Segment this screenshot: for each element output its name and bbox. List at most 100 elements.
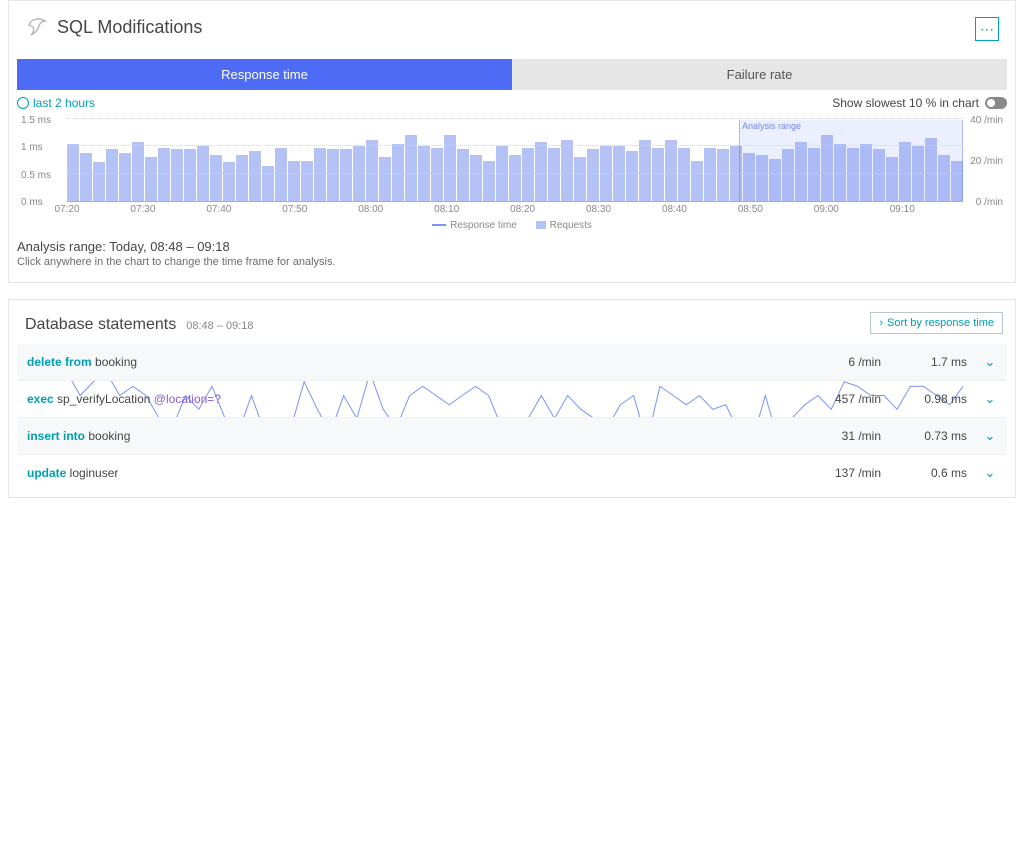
request-bar[interactable] bbox=[158, 148, 170, 201]
tab-response-time[interactable]: Response time bbox=[17, 59, 512, 90]
x-tick: 08:20 bbox=[510, 204, 535, 215]
request-bar[interactable] bbox=[288, 161, 300, 202]
x-tick: 08:10 bbox=[434, 204, 459, 215]
chevron-right-icon: › bbox=[879, 317, 883, 329]
request-bar[interactable] bbox=[535, 142, 547, 201]
request-bar[interactable] bbox=[184, 149, 196, 201]
request-bar[interactable] bbox=[379, 157, 391, 201]
request-bar[interactable] bbox=[574, 157, 586, 201]
request-bar[interactable] bbox=[561, 140, 573, 201]
tab-failure-rate[interactable]: Failure rate bbox=[512, 59, 1007, 90]
request-bar[interactable] bbox=[340, 149, 352, 201]
metric-tabs: Response time Failure rate bbox=[17, 59, 1007, 90]
chevron-down-icon[interactable]: ⌄ bbox=[983, 354, 997, 370]
request-bar[interactable] bbox=[470, 155, 482, 201]
statement-row[interactable]: insert into booking31 /min0.73 ms⌄ bbox=[17, 418, 1007, 455]
analysis-range-info: Analysis range: Today, 08:48 – 09:18 Cli… bbox=[9, 239, 1015, 282]
request-bar[interactable] bbox=[626, 151, 638, 201]
request-bar[interactable] bbox=[483, 161, 495, 202]
statement-row[interactable]: exec sp_verifyLocation @location=? 457 /m… bbox=[17, 381, 1007, 418]
y-left-tick: 1.5 ms bbox=[21, 115, 51, 126]
chevron-down-icon[interactable]: ⌄ bbox=[983, 391, 997, 407]
x-tick: 09:10 bbox=[890, 204, 915, 215]
chevron-down-icon[interactable]: ⌄ bbox=[983, 428, 997, 444]
request-bar[interactable] bbox=[223, 162, 235, 201]
rate-value: 457 /min bbox=[811, 392, 881, 406]
request-bar[interactable] bbox=[366, 140, 378, 201]
request-bar[interactable] bbox=[145, 157, 157, 201]
x-tick: 07:30 bbox=[130, 204, 155, 215]
request-bar[interactable] bbox=[171, 149, 183, 201]
request-bar[interactable] bbox=[587, 149, 599, 201]
request-bar[interactable] bbox=[314, 148, 326, 201]
legend-response-time: Response time bbox=[432, 220, 517, 231]
statements-time: 08:48 – 09:18 bbox=[186, 320, 253, 332]
response-time-value: 0.98 ms bbox=[897, 392, 967, 406]
request-bar[interactable] bbox=[210, 155, 222, 201]
request-bar[interactable] bbox=[678, 148, 690, 201]
request-bar[interactable] bbox=[431, 148, 443, 201]
sort-by-response-time-button[interactable]: › Sort by response time bbox=[870, 312, 1003, 334]
request-bar[interactable] bbox=[236, 155, 248, 201]
request-bar[interactable] bbox=[80, 153, 92, 201]
request-bar[interactable] bbox=[262, 166, 274, 201]
request-bar[interactable] bbox=[106, 149, 118, 201]
rate-value: 137 /min bbox=[811, 466, 881, 480]
y-left-tick: 0.5 ms bbox=[21, 170, 51, 181]
y-left-tick: 1 ms bbox=[21, 142, 43, 153]
request-bar[interactable] bbox=[275, 148, 287, 201]
more-button[interactable]: ⋯ bbox=[975, 17, 999, 41]
response-time-value: 0.73 ms bbox=[897, 429, 967, 443]
request-bar[interactable] bbox=[132, 142, 144, 201]
analysis-range-overlay[interactable]: Analysis range bbox=[739, 120, 963, 201]
request-bar[interactable] bbox=[327, 149, 339, 201]
chevron-down-icon[interactable]: ⌄ bbox=[983, 465, 997, 481]
response-time-value: 0.6 ms bbox=[897, 466, 967, 480]
request-bar[interactable] bbox=[639, 140, 651, 201]
x-tick: 07:50 bbox=[282, 204, 307, 215]
x-tick: 07:40 bbox=[206, 204, 231, 215]
response-time-value: 1.7 ms bbox=[897, 355, 967, 369]
dolphin-icon bbox=[25, 15, 49, 39]
request-bar[interactable] bbox=[665, 140, 677, 201]
y-left-tick: 0 ms bbox=[21, 197, 43, 208]
analysis-range-title: Analysis range: Today, 08:48 – 09:18 bbox=[17, 239, 1007, 254]
statement-text: insert into booking bbox=[27, 429, 795, 443]
sql-modifications-card: SQL Modifications ⋯ Response time Failur… bbox=[8, 0, 1016, 283]
statement-text: delete from booking bbox=[27, 355, 795, 369]
x-tick: 09:00 bbox=[814, 204, 839, 215]
y-right-tick: 20 /min bbox=[970, 156, 1003, 167]
x-tick: 08:30 bbox=[586, 204, 611, 215]
request-bar[interactable] bbox=[301, 161, 313, 202]
request-bar[interactable] bbox=[93, 162, 105, 201]
legend-requests: Requests bbox=[536, 220, 592, 231]
statement-text: update loginuser bbox=[27, 466, 795, 480]
request-bar[interactable] bbox=[704, 148, 716, 201]
request-bar[interactable] bbox=[119, 153, 131, 201]
request-bar[interactable] bbox=[249, 151, 261, 201]
statement-text: exec sp_verifyLocation @location=? bbox=[27, 392, 795, 406]
request-bar[interactable] bbox=[717, 149, 729, 201]
rate-value: 6 /min bbox=[811, 355, 881, 369]
request-bar[interactable] bbox=[522, 148, 534, 201]
request-bar[interactable] bbox=[548, 148, 560, 201]
x-tick: 08:00 bbox=[358, 204, 383, 215]
request-bar[interactable] bbox=[457, 149, 469, 201]
request-bar[interactable] bbox=[652, 148, 664, 201]
card-header: SQL Modifications ⋯ bbox=[9, 1, 1015, 49]
slowest-toggle[interactable] bbox=[985, 97, 1007, 109]
statement-row[interactable]: delete from booking 6 /min 1.7 ms ⌄ bbox=[17, 344, 1007, 381]
x-tick: 08:40 bbox=[662, 204, 687, 215]
y-right-tick: 0 /min bbox=[976, 197, 1003, 208]
time-range-picker[interactable]: last 2 hours bbox=[17, 96, 95, 110]
overlay-label: Analysis range bbox=[740, 120, 803, 132]
statements-title: Database statements bbox=[25, 316, 176, 334]
request-bar[interactable] bbox=[691, 161, 703, 202]
response-time-chart[interactable]: Analysis range 07:2007:3007:4007:5008:00… bbox=[9, 116, 1015, 218]
statement-row[interactable]: update loginuser 137 /min 0.6 ms ⌄ bbox=[17, 455, 1007, 491]
chart-toolbar: last 2 hours Show slowest 10 % in chart bbox=[9, 90, 1015, 116]
slowest-toggle-label: Show slowest 10 % in chart bbox=[832, 96, 979, 110]
clock-icon bbox=[17, 97, 29, 109]
request-bar[interactable] bbox=[509, 155, 521, 201]
analysis-range-hint: Click anywhere in the chart to change th… bbox=[17, 256, 1007, 268]
